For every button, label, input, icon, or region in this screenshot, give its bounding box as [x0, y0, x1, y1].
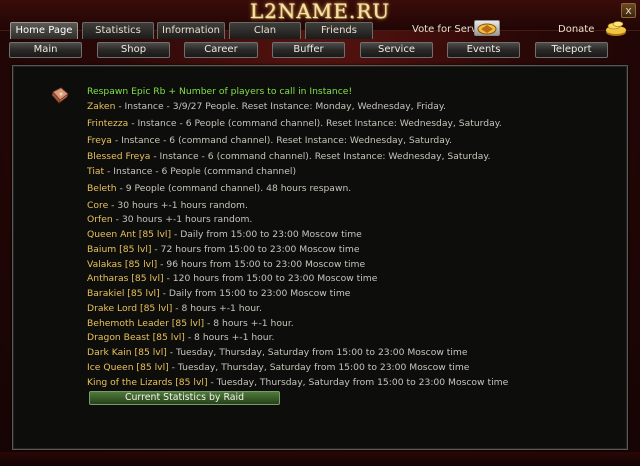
- list-item: Blessed Freya - Instance - 6 (command ch…: [87, 150, 490, 163]
- career-button[interactable]: Career: [184, 42, 258, 58]
- list-item: Ice Queen [85 lvl] - Tuesday, Thursday, …: [87, 361, 469, 374]
- tab-information[interactable]: Information: [157, 22, 225, 39]
- raid-name: Blessed Freya: [87, 151, 151, 162]
- tab-statistics[interactable]: Statistics: [82, 22, 154, 39]
- list-item: Queen Ant [85 lvl] - Daily from 15:00 to…: [87, 228, 362, 241]
- list-item: Behemoth Leader [85 lvl] - 8 hours +-1 h…: [87, 317, 294, 330]
- list-item: Zaken - Instance - 3/9/27 People. Reset …: [87, 100, 446, 113]
- list-item: Beleth - 9 People (command channel). 48 …: [87, 182, 351, 195]
- service-button[interactable]: Service: [360, 42, 433, 58]
- raid-desc: - Daily from 15:00 to 23:00 Moscow time: [171, 229, 362, 240]
- raid-desc: - Instance - 6 People (command channel): [104, 166, 297, 177]
- list-item: King of the Lizards [85 lvl] - Tuesday, …: [87, 376, 508, 389]
- raid-name: Antharas [85 lvl]: [87, 273, 164, 284]
- list-item: Orfen - 30 hours +-1 hours random.: [87, 213, 252, 226]
- raid-desc: - Instance - 6 (command channel). Reset …: [111, 135, 452, 146]
- raid-name: Valakas [85 lvl]: [87, 259, 158, 270]
- list-item: Freya - Instance - 6 (command channel). …: [87, 134, 452, 147]
- list-item: Barakiel [85 lvl] - Daily from 15:00 to …: [87, 287, 350, 300]
- vote-emblem-icon: [477, 23, 497, 35]
- list-item: Dark Kain [85 lvl] - Tuesday, Thursday, …: [87, 346, 468, 359]
- raid-name: Queen Ant [85 lvl]: [87, 229, 172, 240]
- raid-name: Dark Kain [85 lvl]: [87, 347, 167, 358]
- raid-desc: - 8 hours +-1 hour.: [204, 318, 294, 329]
- gold-coins-icon[interactable]: [604, 19, 628, 37]
- scroll-icon: [51, 87, 69, 104]
- raid-desc: - Instance - 6 People (command channel).…: [128, 118, 502, 129]
- list-item: Tiat - Instance - 6 People (command chan…: [87, 165, 296, 178]
- raid-desc: - 30 hours +-1 hours random.: [108, 200, 248, 211]
- raid-desc: - Tuesday, Thursday, Saturday from 15:00…: [207, 377, 509, 388]
- raid-name: Freya: [87, 135, 112, 146]
- list-item: Baium [85 lvl] - 72 hours from 15:00 to …: [87, 243, 359, 256]
- list-item: Drake Lord [85 lvl] - 8 hours +-1 hour.: [87, 302, 262, 315]
- server-logo: L2NAME.RU: [249, 0, 391, 23]
- current-statistics-by-raid-button[interactable]: Current Statistics by Raid: [89, 391, 280, 405]
- content-panel: Respawn Epic Rb + Number of players to c…: [12, 65, 628, 450]
- raid-desc: - Daily from 15:00 to 23:00 Moscow time: [159, 288, 351, 299]
- raid-desc: - Instance - 6 (command channel). Reset …: [150, 151, 491, 162]
- raid-name: Core: [87, 200, 109, 211]
- raid-name: King of the Lizards [85 lvl]: [87, 377, 208, 388]
- raid-desc: - 72 hours from 15:00 to 23:00 Moscow ti…: [151, 244, 360, 255]
- raid-desc: - 8 hours +-1 hour.: [172, 303, 262, 314]
- list-item: Antharas [85 lvl] - 120 hours from 15:00…: [87, 272, 377, 285]
- raid-desc: - Instance - 3/9/27 People. Reset Instan…: [115, 101, 446, 112]
- game-window: L2NAME.RU x Home Page Statistics Informa…: [0, 0, 640, 466]
- raid-name: Zaken: [87, 101, 116, 112]
- vote-banner-icon[interactable]: [474, 20, 500, 36]
- buffer-button[interactable]: Buffer: [272, 42, 345, 58]
- raid-name: Drake Lord [85 lvl]: [87, 303, 173, 314]
- raid-name: Ice Queen [85 lvl]: [87, 362, 169, 373]
- raid-name: Tiat: [87, 166, 105, 177]
- raid-name: Beleth: [87, 183, 117, 194]
- raid-name: Dragon Beast [85 lvl]: [87, 332, 185, 343]
- raid-desc: - 96 hours from 15:00 to 23:00 Moscow ti…: [157, 259, 366, 270]
- raid-desc: - 30 hours +-1 hours random.: [112, 214, 253, 225]
- raid-desc: - 8 hours +-1 hour.: [184, 332, 275, 343]
- teleport-button[interactable]: Teleport: [535, 42, 608, 58]
- raid-desc: - 9 People (command channel). 48 hours r…: [116, 183, 352, 194]
- raid-desc: - 120 hours from 15:00 to 23:00 Moscow t…: [163, 273, 378, 284]
- main-button[interactable]: Main: [9, 42, 82, 58]
- list-item: Frintezza - Instance - 6 People (command…: [87, 117, 502, 130]
- raid-name: Frintezza: [87, 118, 129, 129]
- shop-button[interactable]: Shop: [97, 42, 170, 58]
- window-footer: [0, 452, 640, 466]
- raid-desc: - Tuesday, Thursday, Saturday from 15:00…: [168, 362, 470, 373]
- tab-home-page[interactable]: Home Page: [10, 22, 78, 39]
- respawn-heading: Respawn Epic Rb + Number of players to c…: [87, 86, 353, 97]
- donate-link[interactable]: Donate: [558, 22, 594, 39]
- events-button[interactable]: Events: [447, 42, 520, 58]
- raid-name: Baium [85 lvl]: [87, 244, 152, 255]
- raid-name: Behemoth Leader [85 lvl]: [87, 318, 205, 329]
- raid-name: Orfen: [87, 214, 113, 225]
- tab-friends[interactable]: Friends: [305, 22, 373, 39]
- tab-clan[interactable]: Clan: [229, 22, 301, 39]
- raid-desc: - Tuesday, Thursday, Saturday from 15:00…: [166, 347, 468, 358]
- raid-name: Barakiel [85 lvl]: [87, 288, 160, 299]
- list-item: Dragon Beast [85 lvl] - 8 hours +-1 hour…: [87, 331, 274, 344]
- list-item: Valakas [85 lvl] - 96 hours from 15:00 t…: [87, 258, 365, 271]
- list-item: Core - 30 hours +-1 hours random.: [87, 199, 248, 212]
- close-button[interactable]: x: [621, 3, 636, 18]
